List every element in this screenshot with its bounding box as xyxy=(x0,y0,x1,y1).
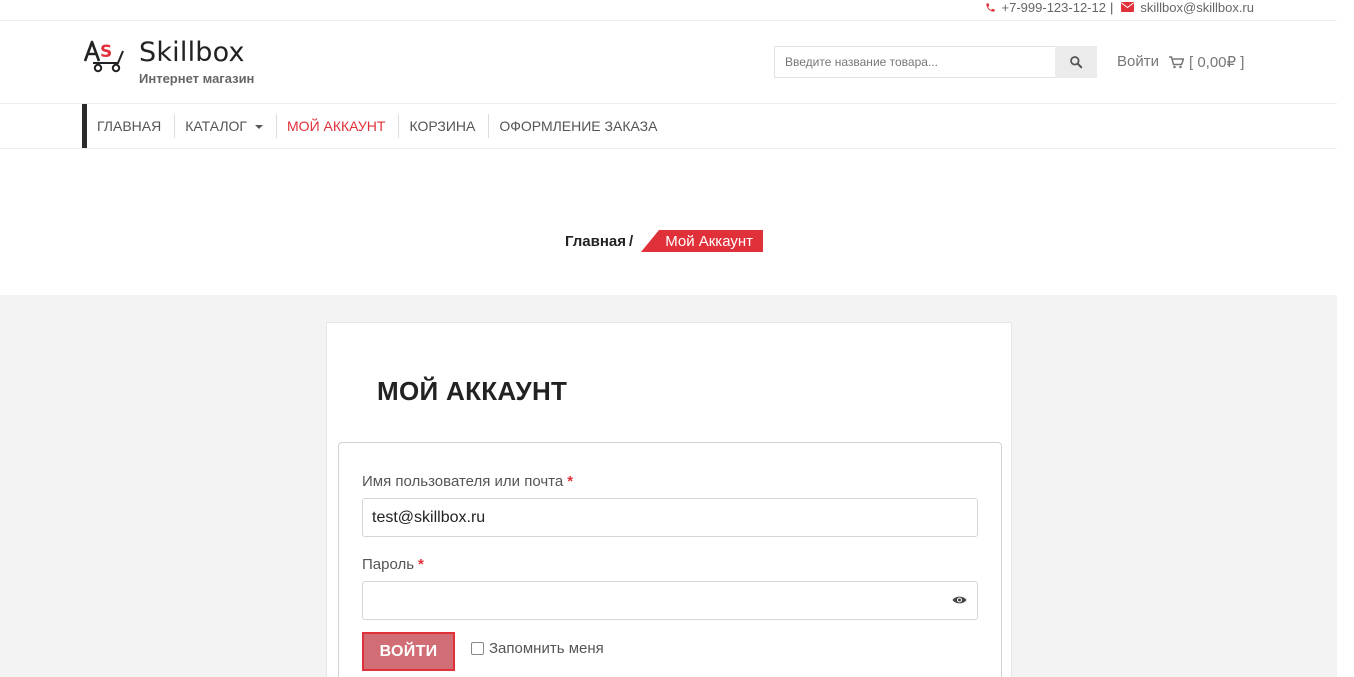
search-input[interactable] xyxy=(774,46,1055,78)
caret-down-icon xyxy=(255,125,264,129)
username-field[interactable]: test@skillbox.ru xyxy=(362,498,978,537)
password-field[interactable] xyxy=(362,581,978,620)
main-nav: ГЛАВНАЯ КАТАЛОГ МОЙ АККАУНТ КОРЗИНА ОФОР… xyxy=(0,104,1337,149)
required-mark: * xyxy=(567,473,574,490)
nav-item-label: КАТАЛОГ xyxy=(185,118,248,134)
svg-text:S: S xyxy=(100,42,112,62)
required-mark: * xyxy=(418,556,424,573)
cart-link[interactable]: [ 0,00₽ ] xyxy=(1169,53,1244,71)
search-icon xyxy=(1069,55,1083,69)
search-button[interactable] xyxy=(1055,46,1097,78)
cart-icon xyxy=(1169,55,1184,69)
skillbox-logo[interactable]: S xyxy=(83,39,127,73)
nav-item-checkout[interactable]: ОФОРМЛЕНИЕ ЗАКАЗА xyxy=(489,114,670,138)
remember-me[interactable]: Запомнить меня xyxy=(471,640,604,657)
username-value: test@skillbox.ru xyxy=(372,508,486,526)
login-form: Имя пользователя или почта * test@skillbo… xyxy=(338,442,1002,677)
breadcrumb-current: Мой Аккаунт xyxy=(641,230,764,252)
login-link[interactable]: Войти xyxy=(1117,53,1159,70)
brand-name[interactable]: Skillbox xyxy=(139,37,245,68)
breadcrumb-current-label: Мой Аккаунт xyxy=(659,230,764,252)
account-card: МОЙ АККАУНТ Имя пользователя или почта * … xyxy=(326,322,1012,677)
envelope-icon xyxy=(1121,2,1135,12)
breadcrumb-arrow xyxy=(641,230,660,252)
header: S Skillbox Интернет магазин Войти [ 0,00… xyxy=(0,21,1337,104)
breadcrumb-separator: / xyxy=(629,232,634,250)
breadcrumb-home[interactable]: Главная xyxy=(565,233,626,250)
password-label-text: Пароль xyxy=(362,556,415,573)
phone-icon xyxy=(985,2,996,13)
nav-item-my-account[interactable]: МОЙ АККАУНТ xyxy=(277,114,400,138)
brand-tagline: Интернет магазин xyxy=(139,71,255,86)
search-form xyxy=(774,46,1097,78)
contacts-separator: | xyxy=(1109,0,1114,15)
username-label-text: Имя пользователя или почта xyxy=(362,473,564,490)
nav-item-home[interactable]: ГЛАВНАЯ xyxy=(87,114,176,138)
password-label: Пароль * xyxy=(362,556,424,573)
nav-item-label: КОРЗИНА xyxy=(409,118,476,134)
username-label: Имя пользователя или почта * xyxy=(362,473,573,490)
topbar: +7-999-123-12-12 | skillbox@skillbox.ru xyxy=(0,0,1337,21)
cart-total: [ 0,00₽ ] xyxy=(1189,54,1245,71)
nav-items: ГЛАВНАЯ КАТАЛОГ МОЙ АККАУНТ КОРЗИНА ОФОР… xyxy=(87,104,670,148)
show-password-icon[interactable] xyxy=(952,595,967,605)
remember-me-checkbox[interactable] xyxy=(471,642,484,655)
nav-item-label: ГЛАВНАЯ xyxy=(97,118,162,134)
nav-item-label: ОФОРМЛЕНИЕ ЗАКАЗА xyxy=(499,118,658,134)
page-title: МОЙ АККАУНТ xyxy=(377,376,568,406)
nav-item-catalog[interactable]: КАТАЛОГ xyxy=(175,114,278,138)
breadcrumb: Главная / Мой Аккаунт xyxy=(565,230,764,252)
nav-item-label: МОЙ АККАУНТ xyxy=(287,118,386,134)
phone-number[interactable]: +7-999-123-12-12 xyxy=(1002,0,1106,15)
topbar-contacts: +7-999-123-12-12 | skillbox@skillbox.ru xyxy=(985,0,1254,15)
nav-item-cart[interactable]: КОРЗИНА xyxy=(399,114,490,138)
remember-me-label: Запомнить меня xyxy=(489,640,604,657)
email-address[interactable]: skillbox@skillbox.ru xyxy=(1140,0,1254,15)
login-button[interactable]: ВОЙТИ xyxy=(362,632,455,671)
